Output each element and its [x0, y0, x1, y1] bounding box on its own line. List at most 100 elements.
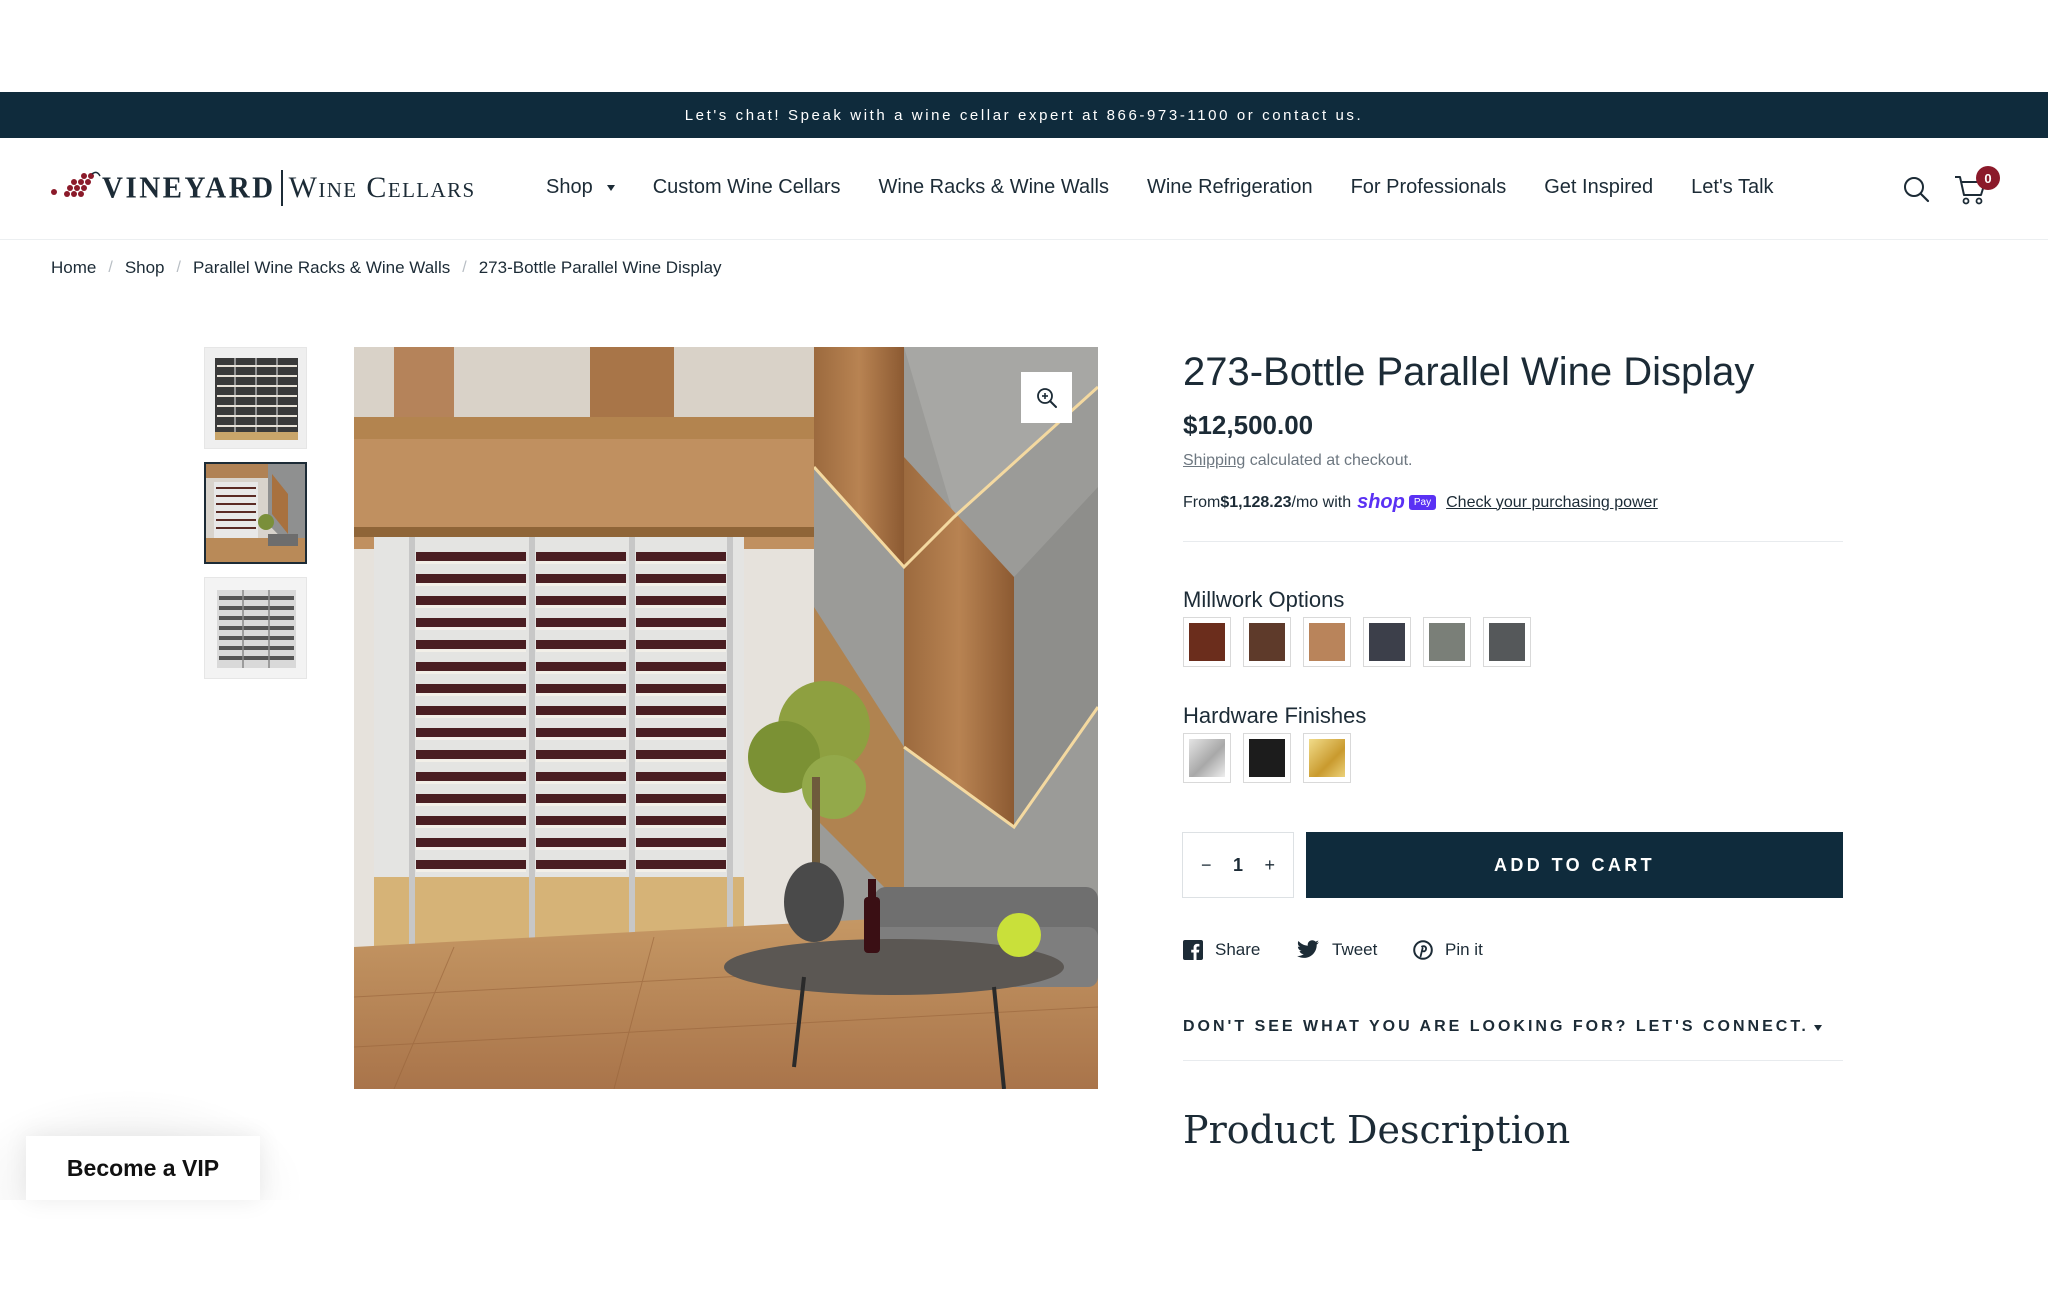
become-vip-button[interactable]: Become a VIP — [26, 1136, 260, 1200]
bottle-row — [416, 750, 526, 759]
bottle-labels — [536, 825, 626, 828]
bottle-labels — [636, 869, 726, 872]
product-thumbnail-active[interactable] — [204, 462, 307, 564]
bottle-row — [416, 618, 526, 627]
product-thumbnail[interactable] — [204, 577, 307, 679]
swatch-gray-wash[interactable] — [1423, 617, 1471, 667]
bottle-row — [636, 794, 726, 803]
bottle-labels — [416, 737, 526, 740]
bottle-row — [536, 662, 626, 671]
grapes-icon — [51, 171, 101, 197]
bottle-row — [636, 728, 726, 737]
connect-accordion-toggle[interactable]: DON'T SEE WHAT YOU ARE LOOKING FOR? LET'… — [1183, 1018, 1843, 1036]
bottle-row — [536, 750, 626, 759]
bottle-row — [416, 662, 526, 671]
swatch-color — [1489, 623, 1525, 661]
nav-item-custom-wine-cellars[interactable]: Custom Wine Cellars — [653, 176, 841, 199]
bottle-labels — [536, 847, 626, 850]
bottle-row — [636, 772, 726, 781]
product-main-image[interactable] — [354, 347, 1098, 1089]
divider — [1183, 1060, 1843, 1061]
bottle-labels — [536, 627, 626, 630]
pinterest-icon — [1413, 940, 1433, 960]
bottle-labels — [416, 561, 526, 564]
product-thumbnail[interactable] — [204, 347, 307, 449]
bottle-row — [636, 838, 726, 847]
share-twitter[interactable]: Tweet — [1296, 940, 1377, 960]
bottle-labels — [416, 781, 526, 784]
quantity-stepper: − 1 + — [1182, 832, 1294, 898]
breadcrumb-separator: / — [176, 259, 181, 276]
bottle-labels — [536, 737, 626, 740]
hardware-finishes-label: Hardware Finishes — [1183, 703, 1367, 728]
bottle-row — [536, 618, 626, 627]
nav-item-label: Shop — [546, 176, 593, 198]
bottle-labels — [416, 759, 526, 762]
bottle-labels — [636, 693, 726, 696]
bottle-labels — [636, 605, 726, 608]
bottle-labels — [536, 759, 626, 762]
logo[interactable]: VINEYARD Wine Cellars — [50, 168, 476, 208]
swatch-charcoal[interactable] — [1363, 617, 1411, 667]
purchasing-power-link[interactable]: Check your purchasing power — [1446, 494, 1658, 512]
quantity-increase-button[interactable]: + — [1264, 855, 1275, 876]
nav-item-wine-refrigeration[interactable]: Wine Refrigeration — [1147, 176, 1313, 199]
quantity-decrease-button[interactable]: − — [1201, 855, 1212, 876]
breadcrumb-separator: / — [108, 259, 113, 276]
swatch-gold[interactable] — [1303, 733, 1351, 783]
bottle-row — [416, 816, 526, 825]
bottle-row — [416, 684, 526, 693]
bottle-row — [636, 574, 726, 583]
bottle-labels — [636, 627, 726, 630]
nav-item-lets-talk[interactable]: Let's Talk — [1691, 176, 1773, 199]
swatch-slate[interactable] — [1483, 617, 1531, 667]
main-nav: Shop Custom Wine Cellars Wine Racks & Wi… — [546, 176, 1812, 199]
nav-item-wine-racks[interactable]: Wine Racks & Wine Walls — [879, 176, 1109, 199]
product-description-heading: Product Description — [1183, 1108, 1571, 1152]
swatch-color — [1249, 623, 1285, 661]
bottle-labels — [636, 847, 726, 850]
search-icon[interactable] — [1902, 175, 1930, 203]
bottle-labels — [416, 825, 526, 828]
swatch-color — [1309, 739, 1345, 777]
quantity-value[interactable]: 1 — [1233, 855, 1243, 876]
share-facebook[interactable]: Share — [1183, 940, 1260, 960]
bottle-labels — [636, 803, 726, 806]
bottle-labels — [416, 671, 526, 674]
share-pinterest[interactable]: Pin it — [1413, 940, 1483, 960]
swatch-light-oak[interactable] — [1303, 617, 1351, 667]
swatch-mahogany[interactable] — [1183, 617, 1231, 667]
share-twitter-label: Tweet — [1332, 940, 1378, 959]
breadcrumb-home[interactable]: Home — [51, 258, 96, 278]
shipping-link[interactable]: Shipping — [1183, 452, 1245, 469]
cart-count-badge: 0 — [1976, 166, 2000, 190]
add-to-cart-button[interactable]: ADD TO CART — [1306, 832, 1843, 898]
bottle-labels — [536, 583, 626, 586]
zoom-button[interactable] — [1021, 372, 1072, 423]
caret-down-icon — [1814, 1025, 1822, 1031]
bottle-labels — [636, 825, 726, 828]
logo-wine-cellars-text: Wine Cellars — [288, 171, 476, 204]
swatch-matte-black[interactable] — [1243, 733, 1291, 783]
nav-item-for-professionals[interactable]: For Professionals — [1351, 176, 1507, 199]
bottle-labels — [636, 649, 726, 652]
shop-pay-logo: shop — [1357, 491, 1405, 513]
bottle-row — [416, 552, 526, 561]
nav-item-shop[interactable]: Shop — [546, 176, 615, 199]
caret-down-icon — [606, 184, 615, 191]
nav-item-get-inspired[interactable]: Get Inspired — [1544, 176, 1653, 199]
bottle-row — [416, 706, 526, 715]
bottle-labels — [416, 869, 526, 872]
bottle-labels — [416, 605, 526, 608]
bottle-row — [536, 706, 626, 715]
bottle-row — [636, 706, 726, 715]
swatch-walnut[interactable] — [1243, 617, 1291, 667]
breadcrumb-collection[interactable]: Parallel Wine Racks & Wine Walls — [193, 258, 450, 278]
bottle-labels — [636, 561, 726, 564]
bottle-row — [416, 640, 526, 649]
announcement-bar[interactable]: Let's chat! Speak with a wine cellar exp… — [0, 92, 2048, 138]
breadcrumb-shop[interactable]: Shop — [125, 258, 165, 278]
swatch-brushed-steel[interactable] — [1183, 733, 1231, 783]
bottle-labels — [416, 627, 526, 630]
bottle-row — [416, 596, 526, 605]
